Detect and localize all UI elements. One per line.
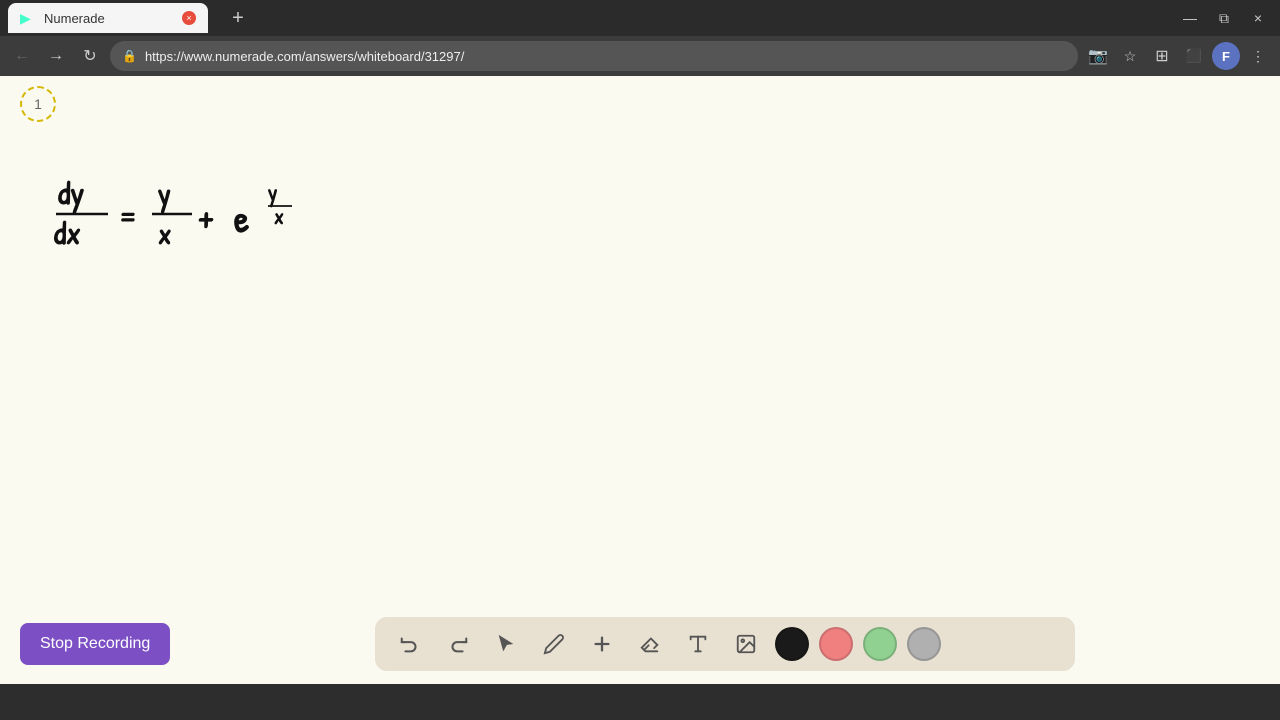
eraser-icon (639, 633, 661, 655)
image-icon (735, 633, 757, 655)
maximize-button[interactable]: ⧉ (1210, 4, 1238, 32)
tab-favicon: ▶ (20, 10, 36, 26)
close-button[interactable]: × (1244, 4, 1272, 32)
image-button[interactable] (727, 625, 765, 663)
page-content: 1 dy dx = y x + e y x (0, 76, 1280, 684)
svg-text:x: x (158, 214, 171, 254)
browser-chrome: ▶ Numerade × + — ⧉ × ← → ↻ 🔒 https://www… (0, 0, 1280, 76)
nav-bar: ← → ↻ 🔒 https://www.numerade.com/answers… (0, 36, 1280, 76)
bookmark-button[interactable]: ☆ (1116, 42, 1144, 70)
pen-icon (543, 633, 565, 655)
stop-recording-button[interactable]: Stop Recording (20, 623, 170, 665)
browser-tab[interactable]: ▶ Numerade × (8, 3, 208, 33)
select-button[interactable] (487, 625, 525, 663)
text-icon (687, 633, 709, 655)
tab-close-button[interactable]: × (182, 11, 196, 25)
undo-icon (399, 633, 421, 655)
tab-title: Numerade (44, 11, 174, 26)
text-button[interactable] (679, 625, 717, 663)
eraser-button[interactable] (631, 625, 669, 663)
color-black-button[interactable] (775, 627, 809, 661)
minimize-button[interactable]: — (1176, 4, 1204, 32)
camera-button[interactable]: 📷 (1084, 42, 1112, 70)
extensions-button[interactable]: ⊞ (1148, 42, 1176, 70)
new-tab-button[interactable]: + (224, 4, 252, 32)
step-number: 1 (34, 96, 42, 112)
url-text: https://www.numerade.com/answers/whitebo… (145, 49, 1066, 64)
add-button[interactable] (583, 625, 621, 663)
lock-icon: 🔒 (122, 49, 137, 63)
drawing-toolbar (375, 617, 1075, 671)
redo-icon (447, 633, 469, 655)
refresh-button[interactable]: ↻ (76, 42, 104, 70)
cast-button[interactable]: ⬛ (1180, 42, 1208, 70)
more-button[interactable]: ⋮ (1244, 42, 1272, 70)
svg-text:dy: dy (57, 171, 86, 215)
cursor-icon (495, 633, 517, 655)
formula-svg: dy dx = y x + e y x (40, 156, 360, 276)
address-bar[interactable]: 🔒 https://www.numerade.com/answers/white… (110, 41, 1078, 71)
step-counter: 1 (20, 86, 56, 122)
svg-text:=: = (118, 193, 137, 239)
svg-text:x: x (274, 201, 284, 231)
svg-text:y: y (158, 174, 171, 214)
undo-button[interactable] (391, 625, 429, 663)
nav-icons-right: 📷 ☆ ⊞ ⬛ F ⋮ (1084, 42, 1272, 70)
pen-button[interactable] (535, 625, 573, 663)
color-green-button[interactable] (863, 627, 897, 661)
back-button[interactable]: ← (8, 42, 36, 70)
svg-text:dx: dx (53, 211, 82, 254)
svg-text:+: + (198, 193, 214, 239)
svg-text:e: e (234, 192, 249, 244)
redo-button[interactable] (439, 625, 477, 663)
plus-icon (591, 633, 613, 655)
bottom-bar: Stop Recording (0, 604, 1280, 684)
title-bar: ▶ Numerade × + — ⧉ × (0, 0, 1280, 36)
forward-button[interactable]: → (42, 42, 70, 70)
formula-area: dy dx = y x + e y x (40, 156, 360, 281)
window-controls: — ⧉ × (1176, 4, 1272, 32)
color-gray-button[interactable] (907, 627, 941, 661)
profile-button[interactable]: F (1212, 42, 1240, 70)
color-pink-button[interactable] (819, 627, 853, 661)
